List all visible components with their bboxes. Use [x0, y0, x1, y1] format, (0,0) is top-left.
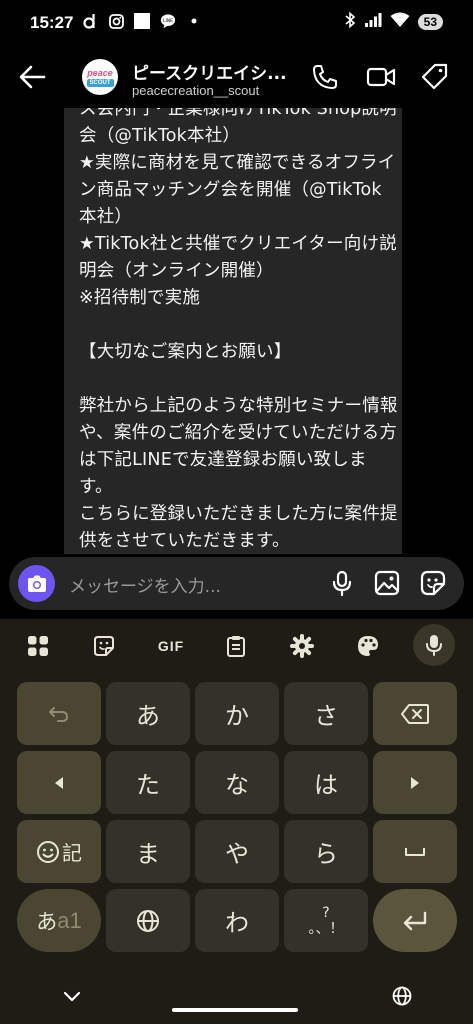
avatar-text-bottom: SCOUT — [86, 78, 114, 87]
sticker-icon — [420, 570, 446, 596]
home-indicator[interactable] — [172, 1008, 298, 1012]
image-icon — [374, 570, 400, 596]
contact-username[interactable]: peacecreation__scout — [132, 83, 259, 98]
clipboard-icon — [227, 636, 245, 657]
space-key[interactable] — [373, 820, 457, 883]
space-icon — [405, 847, 425, 856]
voice-call-button[interactable] — [310, 62, 340, 92]
key-na[interactable]: な — [195, 751, 279, 814]
wifi-icon — [390, 12, 410, 32]
back-button[interactable] — [16, 60, 50, 94]
triangle-right-icon — [411, 776, 419, 789]
instagram-icon — [108, 13, 124, 29]
tag-icon — [421, 63, 448, 90]
backspace-key[interactable] — [373, 682, 457, 745]
arrow-left-icon — [19, 65, 46, 89]
undo-key[interactable] — [17, 682, 101, 745]
svg-text:LINE: LINE — [163, 18, 173, 24]
contact-name[interactable]: ピースクリエイシ... — [132, 59, 287, 84]
video-icon — [366, 67, 396, 87]
gif-button[interactable]: GIF — [155, 631, 187, 661]
gallery-button[interactable] — [373, 569, 401, 597]
phone-icon — [313, 65, 337, 89]
emoji-key-label: 記 — [62, 841, 82, 865]
chevron-down-icon[interactable] — [62, 990, 82, 1004]
input-mode-kana: あ — [36, 909, 58, 934]
kb-sticker-button[interactable] — [89, 631, 119, 661]
notification-icons: LINE — [82, 13, 202, 29]
punctuation-bottom: 。、！ — [308, 920, 344, 937]
clipboard-button[interactable] — [221, 631, 251, 661]
status-bar: 15:27 LINE 53 — [0, 0, 473, 46]
system-icons: 53 — [344, 11, 443, 32]
chat-header: peace SCOUT ピースクリエイシ... peacecreation__s… — [0, 46, 473, 108]
video-call-button[interactable] — [365, 62, 396, 92]
gear-icon — [290, 634, 314, 658]
line-icon: LINE — [160, 13, 176, 29]
key-ra[interactable]: ら — [284, 820, 368, 883]
keyboard: GIF あ か さ た な は 記 ま や ら あ a1 わ ? 。、！ — [0, 619, 473, 1024]
avatar[interactable]: peace SCOUT — [82, 59, 118, 95]
camera-icon — [27, 575, 46, 592]
input-mode-alnum: a1 — [57, 907, 82, 933]
key-wa[interactable]: わ — [195, 889, 279, 952]
key-ya[interactable]: や — [195, 820, 279, 883]
palette-icon — [358, 636, 378, 656]
message-text: ス会内門・企業様向けTikTok Shop説明会（@TikTok本社） ★実際に… — [79, 108, 398, 551]
tag-button[interactable] — [420, 62, 450, 92]
key-ha[interactable]: は — [284, 751, 368, 814]
square-icon — [134, 13, 150, 29]
d-app-icon — [82, 13, 98, 29]
message-input[interactable]: メッセージを入力... — [69, 572, 221, 597]
punctuation-key[interactable]: ? 。、！ — [284, 889, 368, 952]
microphone-icon — [332, 570, 352, 597]
punctuation-top: ? — [322, 904, 330, 921]
enter-key[interactable] — [373, 889, 457, 952]
cursor-right-key[interactable] — [373, 751, 457, 814]
sticker-icon — [94, 636, 114, 656]
key-ta[interactable]: た — [106, 751, 190, 814]
cursor-left-key[interactable] — [17, 751, 101, 814]
message-list[interactable]: ス会内門・企業様向けTikTok Shop説明会（@TikTok本社） ★実際に… — [0, 108, 473, 554]
smiley-icon — [37, 840, 59, 863]
triangle-left-icon — [55, 776, 63, 789]
backspace-icon — [401, 703, 429, 724]
microphone-button[interactable] — [328, 569, 356, 597]
undo-icon — [49, 706, 68, 722]
message-composer: メッセージを入力... — [9, 557, 464, 610]
key-sa[interactable]: さ — [284, 682, 368, 745]
input-mode-key[interactable]: あ a1 — [17, 889, 101, 952]
battery-icon: 53 — [417, 14, 443, 30]
theme-button[interactable] — [353, 631, 383, 661]
globe-icon — [137, 909, 159, 932]
grid-icon — [28, 636, 48, 656]
avatar-text-top: peace — [87, 67, 113, 78]
enter-icon — [403, 911, 427, 930]
key-ma[interactable]: ま — [106, 820, 190, 883]
voice-input-button[interactable] — [413, 624, 455, 666]
settings-button[interactable] — [287, 631, 317, 661]
globe-icon[interactable] — [392, 986, 412, 1006]
key-a[interactable]: あ — [106, 682, 190, 745]
emoji-key[interactable]: 記 — [17, 820, 101, 883]
apps-button[interactable] — [23, 631, 53, 661]
key-ka[interactable]: か — [195, 682, 279, 745]
status-time: 15:27 — [30, 13, 74, 32]
bluetooth-icon — [344, 11, 356, 32]
camera-button[interactable] — [18, 565, 55, 602]
signal-icon — [364, 12, 382, 32]
language-key[interactable] — [106, 889, 190, 952]
microphone-icon — [426, 635, 442, 656]
dot-icon — [186, 13, 202, 29]
sticker-button[interactable] — [419, 569, 447, 597]
